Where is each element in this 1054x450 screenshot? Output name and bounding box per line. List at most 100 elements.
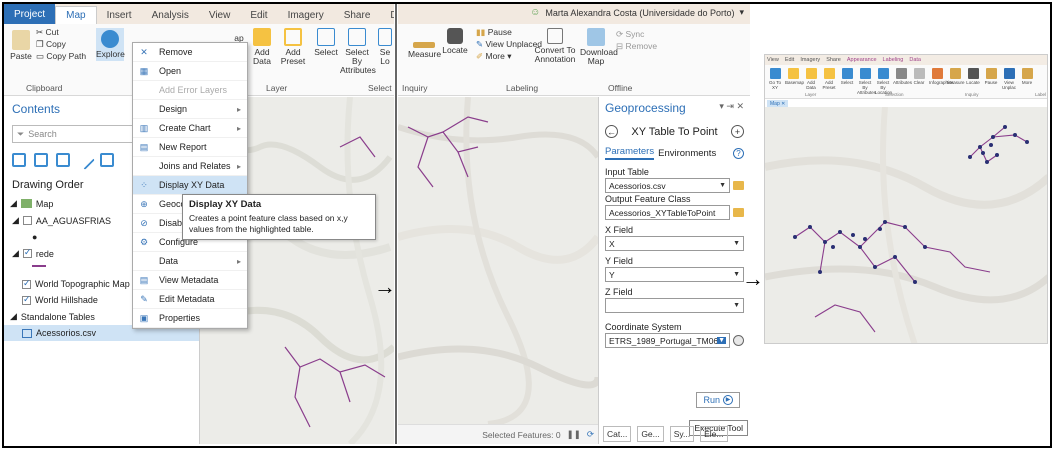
list-by-drawing-order-icon[interactable] xyxy=(12,153,26,167)
clear-button[interactable]: Clear xyxy=(911,68,927,85)
layer-checkbox[interactable] xyxy=(22,247,32,258)
map-view[interactable] xyxy=(398,97,598,424)
tab-insert[interactable]: Insert xyxy=(97,7,142,24)
output-feature-class-field[interactable]: Acessorios_XYTableToPoint xyxy=(605,205,730,220)
tab-edit[interactable]: Edit xyxy=(240,7,277,24)
locate-button[interactable]: Locate xyxy=(965,68,981,85)
list-by-selection-icon[interactable] xyxy=(56,153,70,167)
xy-point-feature[interactable] xyxy=(873,265,877,269)
xy-point-feature[interactable] xyxy=(1025,140,1029,144)
folder-icon[interactable] xyxy=(733,181,744,190)
xy-point-feature[interactable] xyxy=(981,151,985,155)
menu-item-design[interactable]: Design ▸ xyxy=(133,100,247,119)
map-view[interactable] xyxy=(765,107,1047,343)
view-unplac-button[interactable]: View Unplac xyxy=(1001,68,1017,90)
xy-point-feature[interactable] xyxy=(793,235,797,239)
tab-project[interactable]: Project xyxy=(4,4,56,24)
add-data-button[interactable]: Add Data xyxy=(803,68,819,90)
chevron-down-icon[interactable]: ▼ xyxy=(719,182,726,189)
paste-button[interactable]: Paste xyxy=(8,30,34,61)
add-icon[interactable]: + xyxy=(730,125,744,138)
menu-item-edit-metadata[interactable]: ✎ Edit Metadata xyxy=(133,290,247,309)
xy-point-feature[interactable] xyxy=(968,155,972,159)
convert-to-annotation-button[interactable]: Convert To Annotation xyxy=(534,28,576,64)
select-by-location-button[interactable]: Select By Location xyxy=(875,68,892,95)
pause-button[interactable]: Pause xyxy=(983,68,999,85)
input-table-field[interactable]: Acessorios.csv ▼ xyxy=(605,178,730,193)
layer-checkbox[interactable] xyxy=(22,216,32,225)
tab-share[interactable]: Share xyxy=(826,57,841,63)
layer-checkbox[interactable] xyxy=(22,294,31,305)
xy-point-feature[interactable] xyxy=(991,135,995,139)
tab-imagery[interactable]: Imagery xyxy=(278,7,334,24)
run-button[interactable]: Run ▶ xyxy=(696,392,740,408)
tab-environments[interactable]: Environments xyxy=(658,148,716,159)
globe-icon[interactable] xyxy=(733,335,744,346)
menu-item-properties[interactable]: ▣ Properties xyxy=(133,309,247,328)
xy-point-feature[interactable] xyxy=(878,227,882,231)
tab-edit[interactable]: Edit xyxy=(785,57,794,63)
tab-map[interactable]: Map xyxy=(55,6,97,24)
xy-point-feature[interactable] xyxy=(989,143,993,147)
tab-symbology[interactable]: Sy... xyxy=(669,426,695,442)
select-by-location-button[interactable]: Se Lo xyxy=(376,28,394,66)
more-button[interactable]: More xyxy=(1019,68,1035,85)
tab-data[interactable]: Dat xyxy=(380,7,394,24)
measure-button[interactable]: Measure xyxy=(947,68,965,85)
xy-point-feature[interactable] xyxy=(831,245,835,249)
menu-item-data[interactable]: Data ▸ xyxy=(133,252,247,271)
measure-button[interactable]: Measure xyxy=(408,34,441,59)
coordinate-system-select[interactable]: ETRS_1989_Portugal_TM06 ▼ xyxy=(605,333,730,348)
attributes-button[interactable]: Attributes xyxy=(893,68,912,85)
xy-point-feature[interactable] xyxy=(851,233,855,237)
xy-point-feature[interactable] xyxy=(995,153,999,157)
xy-point-feature[interactable] xyxy=(818,270,822,274)
menu-item-new-report[interactable]: ▤ New Report xyxy=(133,138,247,157)
xy-point-feature[interactable] xyxy=(913,280,917,284)
go-to-xy-button[interactable]: Go To XY xyxy=(767,68,783,90)
tab-element[interactable]: Ele... xyxy=(700,426,728,442)
menu-item-view-metadata[interactable]: ▤ View Metadata xyxy=(133,271,247,290)
layer-checkbox[interactable] xyxy=(22,278,31,289)
tab-parameters[interactable]: Parameters xyxy=(605,146,655,160)
expand-icon[interactable]: ◢ xyxy=(10,198,17,209)
tab-view[interactable]: View xyxy=(767,57,779,63)
tab-share[interactable]: Share xyxy=(334,7,381,24)
add-preset-button[interactable]: Add Preset xyxy=(278,28,308,66)
pause-button[interactable]: ▮▮ Pause xyxy=(476,28,512,37)
list-by-source-icon[interactable] xyxy=(34,153,48,167)
pane-controls-icon[interactable]: ▾ ⇥ ✕ xyxy=(719,101,744,115)
explore-button[interactable]: Explore xyxy=(96,28,125,61)
basemap-button[interactable]: Basemap xyxy=(785,68,804,85)
menu-item-joins-and-relates[interactable]: Joins and Relates ▸ xyxy=(133,157,247,176)
z-field-select[interactable]: ▼ xyxy=(605,298,744,313)
xy-point-feature[interactable] xyxy=(808,225,812,229)
select-button[interactable]: Select xyxy=(839,68,855,85)
locate-button[interactable]: Locate xyxy=(442,28,468,55)
expand-icon[interactable]: ◢ xyxy=(12,215,19,226)
menu-item-remove[interactable]: ✕ Remove xyxy=(133,43,247,62)
infographics-button[interactable]: Infographics xyxy=(929,68,954,85)
menu-item-display-xy-data[interactable]: ⁘ Display XY Data xyxy=(133,176,247,195)
sync-button[interactable]: ⟳ Sync xyxy=(616,30,644,39)
xy-point-feature[interactable] xyxy=(978,145,982,149)
tab-analysis[interactable]: Analysis xyxy=(142,7,199,24)
xy-point-feature[interactable] xyxy=(1003,125,1007,129)
add-data-button[interactable]: Add Data xyxy=(248,28,276,66)
x-field-select[interactable]: X ▼ xyxy=(605,236,744,251)
tab-imagery[interactable]: Imagery xyxy=(800,57,820,63)
xy-point-feature[interactable] xyxy=(923,245,927,249)
remove-offline-button[interactable]: ⊟ Remove xyxy=(616,42,657,51)
user-account[interactable]: ☺ Marta Alexandra Costa (Universidade do… xyxy=(530,7,744,18)
list-by-snapping-icon[interactable] xyxy=(100,153,114,167)
tab-geoprocessing[interactable]: Ge... xyxy=(637,426,664,442)
menu-item-open[interactable]: ▦ Open xyxy=(133,62,247,81)
xy-point-feature[interactable] xyxy=(858,245,862,249)
copy-button[interactable]: ❐ Copy xyxy=(36,40,66,49)
expand-icon[interactable]: ◢ xyxy=(10,311,17,322)
expand-icon[interactable]: ◢ xyxy=(12,248,19,259)
tab-labeling[interactable]: Labeling xyxy=(883,57,904,63)
y-field-select[interactable]: Y ▼ xyxy=(605,267,744,282)
chevron-down-icon[interactable]: ▼ xyxy=(717,337,726,344)
tab-view[interactable]: View xyxy=(199,7,241,24)
